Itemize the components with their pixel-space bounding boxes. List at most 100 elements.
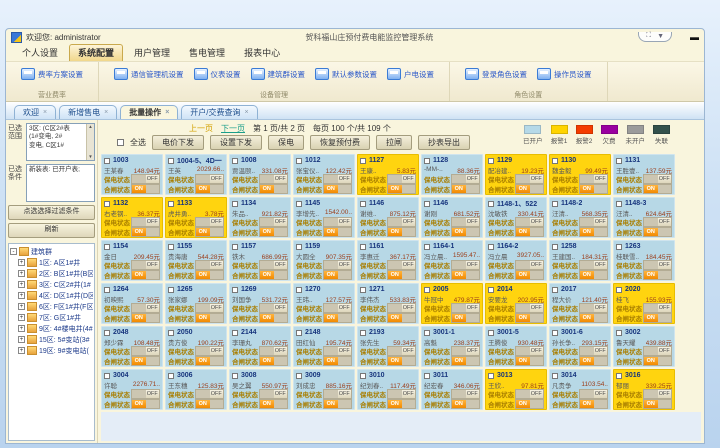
tree-node[interactable]: +15区: 5#变站(3#	[10, 334, 93, 345]
room-checkbox[interactable]	[488, 244, 494, 250]
room-checkbox[interactable]	[168, 330, 174, 336]
tree-node[interactable]: +2区: B区1#井(B区	[10, 268, 93, 279]
room-card[interactable]: 3014凡贵争1103.54..保电状态OFF合闸状态ON	[549, 369, 611, 410]
supply-toggle[interactable]: OFF	[259, 260, 288, 270]
breaker-toggle[interactable]: ON	[451, 227, 480, 237]
supply-toggle[interactable]: OFF	[515, 389, 544, 399]
ribbon-button[interactable]: 默认参数设置	[310, 66, 382, 82]
selected-range-listbox[interactable]: 3区: (C区2#表(1#变电, 2#变电, C区1# ▲ ▼	[26, 123, 95, 161]
supply-toggle[interactable]: OFF	[515, 217, 544, 227]
supply-toggle[interactable]: OFF	[387, 303, 416, 313]
room-card[interactable]: 1130魏金毅99.49元保电状态OFF合闸状态ON	[549, 154, 611, 195]
document-tab[interactable]: 新增售电×	[59, 105, 117, 119]
prev-page-link[interactable]: 上一页	[189, 123, 213, 134]
ribbon-button[interactable]: 户电设置	[382, 66, 439, 82]
room-checkbox[interactable]	[232, 158, 238, 164]
supply-toggle[interactable]: OFF	[451, 303, 480, 313]
supply-toggle[interactable]: OFF	[259, 217, 288, 227]
breaker-toggle[interactable]: ON	[387, 184, 416, 194]
breaker-toggle[interactable]: ON	[515, 227, 544, 237]
supply-toggle[interactable]: OFF	[643, 174, 672, 184]
supply-toggle[interactable]: OFF	[259, 174, 288, 184]
room-checkbox[interactable]	[616, 244, 622, 250]
room-checkbox[interactable]	[296, 287, 302, 293]
skin-control[interactable]: ⛶ ▼	[638, 32, 672, 42]
breaker-toggle[interactable]: ON	[387, 313, 416, 323]
select-all-checkbox[interactable]	[117, 139, 124, 146]
room-card[interactable]: 1157铁木686.99元保电状态OFF合闸状态ON	[229, 240, 291, 281]
breaker-toggle[interactable]: ON	[387, 399, 416, 409]
supply-toggle[interactable]: OFF	[515, 260, 544, 270]
expand-icon[interactable]: +	[18, 281, 25, 288]
room-checkbox[interactable]	[360, 373, 366, 379]
supply-toggle[interactable]: OFF	[131, 303, 160, 313]
room-card[interactable]: 1164-1冯立晨..1595.47..保电状态OFF合闸状态ON	[421, 240, 483, 281]
room-card[interactable]: 3004许聪2276.71..保电状态OFF合闸状态ON	[101, 369, 163, 410]
room-checkbox[interactable]	[616, 201, 622, 207]
breaker-toggle[interactable]: ON	[195, 399, 224, 409]
supply-toggle[interactable]: OFF	[323, 174, 352, 184]
room-card[interactable]: 3006王东穗125.83元保电状态OFF合闸状态ON	[165, 369, 227, 410]
breaker-toggle[interactable]: ON	[195, 184, 224, 194]
room-card[interactable]: 2005牛冠中479.87元保电状态OFF合闸状态ON	[421, 283, 483, 324]
tree-node[interactable]: +7区: G区1#井	[10, 312, 93, 323]
tree-node[interactable]: +19区: 9#变电站(	[10, 345, 93, 356]
room-checkbox[interactable]	[232, 373, 238, 379]
breaker-toggle[interactable]: ON	[387, 356, 416, 366]
supply-toggle[interactable]: OFF	[259, 303, 288, 313]
expand-icon[interactable]: +	[18, 347, 25, 354]
expand-icon[interactable]: +	[18, 303, 25, 310]
listbox-scrollbar[interactable]: ▲ ▼	[86, 124, 94, 160]
breaker-toggle[interactable]: ON	[259, 356, 288, 366]
supply-toggle[interactable]: OFF	[515, 303, 544, 313]
room-checkbox[interactable]	[296, 373, 302, 379]
room-checkbox[interactable]	[616, 330, 622, 336]
supply-toggle[interactable]: OFF	[259, 346, 288, 356]
room-card[interactable]: 3002鲁天耀439.88元保电状态OFF合闸状态ON	[613, 326, 675, 367]
breaker-toggle[interactable]: ON	[515, 313, 544, 323]
breaker-toggle[interactable]: ON	[131, 184, 160, 194]
supply-toggle[interactable]: OFF	[387, 174, 416, 184]
supply-toggle[interactable]: OFF	[259, 389, 288, 399]
close-icon[interactable]: ×	[104, 109, 108, 116]
toolbar-button[interactable]: 恢复预付费	[310, 135, 370, 150]
room-card[interactable]: 2020桂飞155.93元保电状态OFF合闸状态ON	[613, 283, 675, 324]
room-card[interactable]: 1003王某春148.94元保电状态OFF合闸状态ON	[101, 154, 163, 195]
breaker-toggle[interactable]: ON	[323, 270, 352, 280]
refresh-button[interactable]: 刷新	[8, 223, 95, 238]
expand-icon[interactable]: +	[18, 270, 25, 277]
ribbon-button[interactable]: 通信管理机设置	[109, 66, 189, 82]
breaker-toggle[interactable]: ON	[451, 356, 480, 366]
expand-icon[interactable]: +	[18, 292, 25, 299]
selected-condition-box[interactable]: 新装表: 已开户表;	[26, 164, 95, 202]
room-checkbox[interactable]	[424, 287, 430, 293]
close-icon[interactable]: ×	[43, 109, 47, 116]
room-card[interactable]: 3001-1高魁238.37元保电状态OFF合闸状态ON	[421, 326, 483, 367]
room-checkbox[interactable]	[296, 244, 302, 250]
scroll-up-icon[interactable]: ▲	[88, 124, 92, 130]
close-icon[interactable]: ×	[245, 109, 249, 116]
supply-toggle[interactable]: OFF	[643, 260, 672, 270]
menu-item[interactable]: 售电管理	[181, 45, 233, 61]
breaker-toggle[interactable]: ON	[323, 399, 352, 409]
close-icon[interactable]: ×	[165, 109, 169, 116]
supply-toggle[interactable]: OFF	[323, 389, 352, 399]
room-checkbox[interactable]	[232, 201, 238, 207]
room-card[interactable]: 1159大圆全907.35元保电状态OFF合闸状态ON	[293, 240, 355, 281]
breaker-toggle[interactable]: ON	[451, 399, 480, 409]
toolbar-button[interactable]: 电价下发	[152, 135, 204, 150]
supply-toggle[interactable]: OFF	[195, 260, 224, 270]
room-card[interactable]: 1148-2汪清..568.35元保电状态OFF合闸状态ON	[549, 197, 611, 238]
room-checkbox[interactable]	[168, 201, 174, 207]
room-checkbox[interactable]	[232, 244, 238, 250]
breaker-toggle[interactable]: ON	[643, 356, 672, 366]
supply-toggle[interactable]: OFF	[195, 217, 224, 227]
next-page-link[interactable]: 下一页	[221, 123, 245, 134]
document-tab[interactable]: 欢迎×	[14, 105, 56, 119]
room-checkbox[interactable]	[168, 287, 174, 293]
room-checkbox[interactable]	[168, 158, 174, 164]
room-checkbox[interactable]	[552, 158, 558, 164]
breaker-toggle[interactable]: ON	[451, 313, 480, 323]
room-card[interactable]: 1264初映熙57.30元保电状态OFF合闸状态ON	[101, 283, 163, 324]
supply-toggle[interactable]: OFF	[323, 346, 352, 356]
